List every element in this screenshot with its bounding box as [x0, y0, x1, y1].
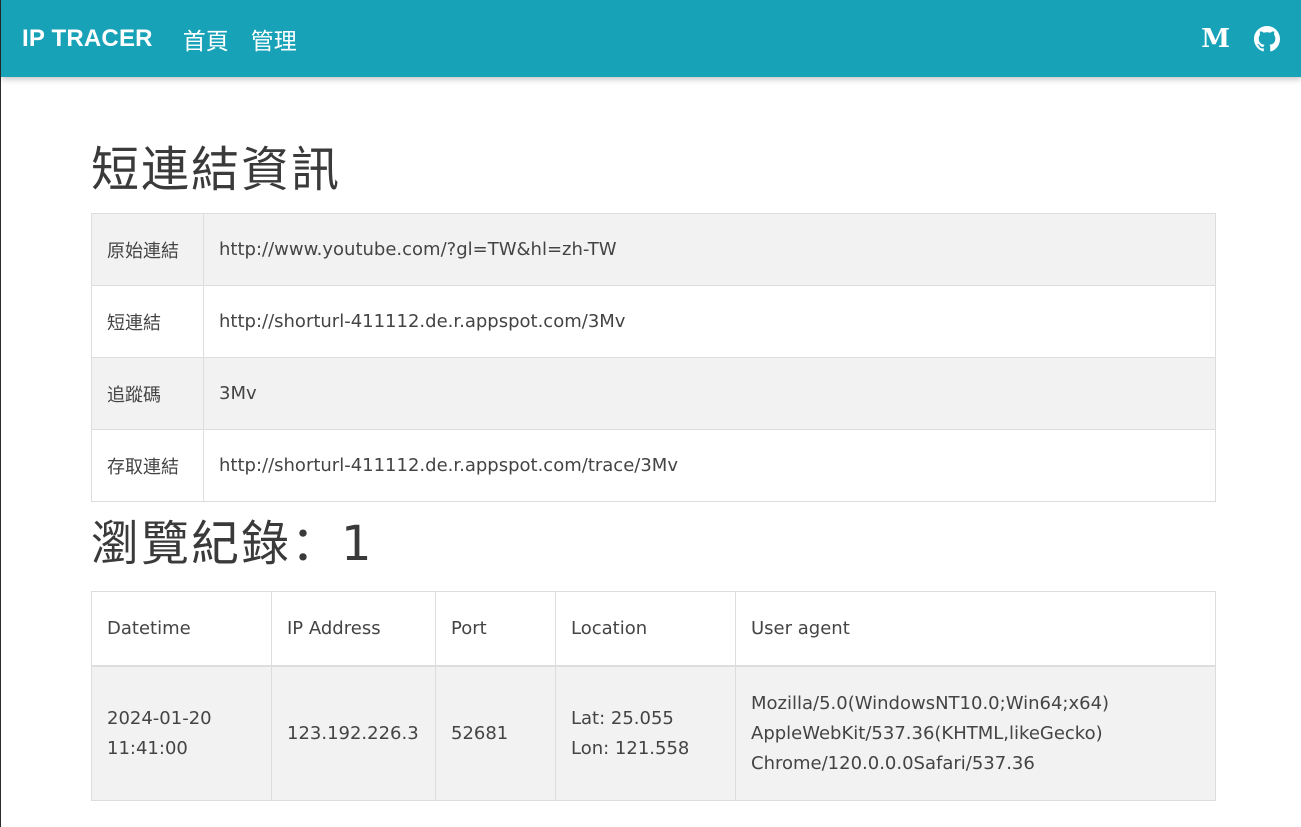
- row-label-tracking: 追蹤碼: [91, 357, 204, 430]
- top-navbar: IP TRACER 首頁 管理 M: [1, 0, 1301, 77]
- table-header-row: Datetime IP Address Port Location User a…: [91, 591, 1216, 667]
- cell-datetime: 2024-01-20 11:41:00: [91, 665, 272, 801]
- col-header-user-agent: User agent: [735, 591, 1216, 667]
- col-header-location: Location: [555, 591, 736, 667]
- table-row: 存取連結 http://shorturl-411112.de.r.appspot…: [91, 429, 1216, 502]
- nav-link-admin[interactable]: 管理: [251, 22, 297, 56]
- visit-log-table: Datetime IP Address Port Location User a…: [91, 591, 1216, 801]
- log-heading: 瀏覽紀錄：1: [91, 516, 374, 572]
- table-row: 2024-01-20 11:41:00 123.192.226.3 52681 …: [91, 665, 1216, 801]
- row-label-original: 原始連結: [91, 213, 204, 286]
- main-content: 短連結資訊 原始連結 http://www.youtube.com/?gl=TW…: [91, 138, 1216, 801]
- table-row: 短連結 http://shorturl-411112.de.r.appspot.…: [91, 285, 1216, 358]
- brand-link[interactable]: IP TRACER: [22, 25, 153, 53]
- ua-line-3: Chrome/120.0.0.0Safari/537.36: [751, 752, 1035, 774]
- cell-location: Lat: 25.055 Lon: 121.558: [555, 665, 736, 801]
- row-value-original: http://www.youtube.com/?gl=TW&hl=zh-TW: [203, 213, 1216, 286]
- row-label-short: 短連結: [91, 285, 204, 358]
- col-header-ip: IP Address: [271, 591, 436, 667]
- row-value-short: http://shorturl-411112.de.r.appspot.com/…: [203, 285, 1216, 358]
- shortlink-info-table: 原始連結 http://www.youtube.com/?gl=TW&hl=zh…: [91, 213, 1216, 502]
- github-icon[interactable]: [1254, 25, 1280, 52]
- row-value-tracking: 3Mv: [203, 357, 1216, 430]
- datetime-date: 2024-01-20: [107, 707, 212, 729]
- row-label-access: 存取連結: [91, 429, 204, 502]
- ua-line-1: Mozilla/5.0(WindowsNT10.0;Win64;x64): [751, 692, 1110, 714]
- cell-user-agent: Mozilla/5.0(WindowsNT10.0;Win64;x64) App…: [735, 665, 1216, 801]
- location-lat: Lat: 25.055: [571, 707, 674, 729]
- nav-links: 首頁 管理: [183, 22, 319, 56]
- cell-port: 52681: [435, 665, 556, 801]
- nav-right-icons: M: [1201, 25, 1280, 52]
- table-row: 原始連結 http://www.youtube.com/?gl=TW&hl=zh…: [91, 213, 1216, 286]
- medium-icon[interactable]: M: [1201, 26, 1230, 52]
- col-header-datetime: Datetime: [91, 591, 272, 667]
- datetime-time: 11:41:00: [107, 737, 188, 759]
- location-lon: Lon: 121.558: [571, 737, 690, 759]
- ua-line-2: AppleWebKit/537.36(KHTML,likeGecko): [751, 722, 1103, 744]
- col-header-port: Port: [435, 591, 556, 667]
- table-row: 追蹤碼 3Mv: [91, 357, 1216, 430]
- row-value-access: http://shorturl-411112.de.r.appspot.com/…: [203, 429, 1216, 502]
- nav-link-home[interactable]: 首頁: [183, 22, 229, 56]
- info-heading: 短連結資訊: [91, 142, 342, 198]
- cell-ip: 123.192.226.3: [271, 665, 436, 801]
